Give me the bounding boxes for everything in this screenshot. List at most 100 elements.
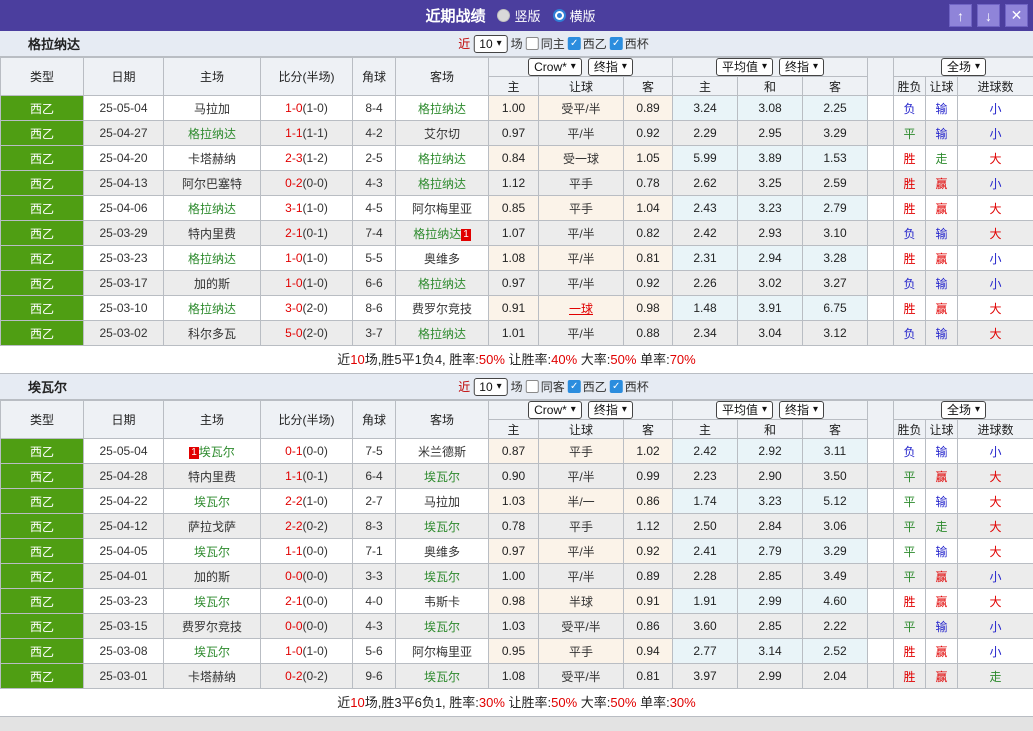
radio-vertical-icon[interactable] [497, 9, 511, 22]
team-name-link[interactable]: 费罗尔竞技 [182, 620, 242, 634]
average-select-value: 平均值 [721, 60, 758, 74]
full-match-select[interactable]: 全场 [941, 58, 987, 76]
team-name-link[interactable]: 费罗尔竞技 [412, 302, 472, 316]
team-name-link[interactable]: 格拉纳达 [418, 152, 466, 166]
team-name-link[interactable]: 格拉纳达 [188, 302, 236, 316]
spacer-cell [867, 220, 895, 246]
arrow-down-icon: ↓ [985, 7, 992, 24]
match-count-select[interactable]: 10 [473, 34, 508, 53]
team-name-link[interactable]: 马拉加 [194, 102, 230, 116]
team-name-link[interactable]: 韦斯卡 [424, 595, 460, 609]
fulltime-score: 0-0 [285, 569, 303, 583]
handicap-line-cell: 平/半 [538, 538, 624, 564]
fulltime-score: 0-2 [285, 669, 303, 683]
summary-value: 10 [350, 352, 365, 367]
cup-checkbox[interactable]: 西杯 [609, 35, 649, 52]
team-name-link[interactable]: 埃瓦尔 [194, 595, 230, 609]
team-name-link[interactable]: 格拉纳达 [418, 102, 466, 116]
team-name-link[interactable]: 格拉纳达 [413, 227, 461, 241]
close-icon: ✕ [1010, 7, 1023, 23]
checkbox-icon[interactable] [567, 37, 581, 50]
team-name-link[interactable]: 卡塔赫纳 [188, 670, 236, 684]
cup-checkbox[interactable]: 西杯 [609, 378, 649, 395]
layout-horizontal-option[interactable]: 横版 [552, 6, 596, 25]
same-venue-checkbox[interactable]: 同主 [525, 35, 565, 52]
team-name-link[interactable]: 科尔多瓦 [188, 327, 236, 341]
match-count-select[interactable]: 10 [473, 377, 508, 396]
team-name-link[interactable]: 加的斯 [194, 570, 230, 584]
checkbox-icon[interactable] [567, 380, 581, 393]
spacer-cell [867, 663, 895, 689]
team-name-link[interactable]: 奥维多 [424, 252, 460, 266]
score-cell: 2-1(0-0) [260, 588, 353, 614]
team-name-link[interactable]: 埃瓦尔 [194, 495, 230, 509]
same-venue-checkbox[interactable]: 同客 [525, 378, 565, 395]
crow-away-odds-cell: 0.81 [623, 245, 673, 271]
team-name-link[interactable]: 加的斯 [194, 277, 230, 291]
result-goals-cell: 小 [957, 170, 1033, 196]
average-select[interactable]: 平均值 [715, 401, 773, 419]
layout-vertical-option[interactable]: 竖版 [497, 6, 541, 25]
checkbox-icon[interactable] [525, 37, 539, 50]
team-name-link[interactable]: 埃瓦尔 [424, 470, 460, 484]
team-name-link[interactable]: 格拉纳达 [418, 277, 466, 291]
team-name-link[interactable]: 阿尔巴塞特 [182, 177, 242, 191]
final-index-select[interactable]: 终指 [587, 401, 633, 419]
spacer-cell [867, 295, 895, 321]
league-checkbox[interactable]: 西乙 [567, 35, 607, 52]
final-index-select[interactable]: 终指 [779, 58, 825, 76]
team-name-link[interactable]: 格拉纳达 [418, 177, 466, 191]
team-name-link[interactable]: 埃瓦尔 [424, 620, 460, 634]
team-name-link[interactable]: 埃瓦尔 [199, 445, 235, 459]
team-name-link[interactable]: 卡塔赫纳 [188, 152, 236, 166]
team-name-link[interactable]: 艾尔切 [424, 127, 460, 141]
team-name-link[interactable]: 马拉加 [424, 495, 460, 509]
league-cell: 西乙 [0, 538, 84, 564]
col-date: 日期 [83, 400, 164, 439]
handicap-line-cell: 平手 [538, 513, 624, 539]
home-team-cell: 格拉纳达 [163, 195, 261, 221]
checkbox-icon[interactable] [609, 380, 623, 393]
team-name-link[interactable]: 格拉纳达 [188, 202, 236, 216]
move-up-button[interactable]: ↑ [949, 4, 972, 27]
team-name-link[interactable]: 埃瓦尔 [424, 670, 460, 684]
move-down-button[interactable]: ↓ [977, 4, 1000, 27]
team-name-link[interactable]: 特内里费 [188, 470, 236, 484]
team-name-link[interactable]: 埃瓦尔 [424, 520, 460, 534]
full-match-group: 全场 [893, 400, 1033, 420]
final-index-value: 终指 [785, 403, 810, 417]
away-team-cell: 费罗尔竞技 [395, 295, 489, 321]
full-match-select[interactable]: 全场 [941, 401, 987, 419]
team-name-link[interactable]: 奥维多 [424, 545, 460, 559]
team-name-link[interactable]: 埃瓦尔 [424, 570, 460, 584]
team-name[interactable]: 格拉纳达 [28, 34, 80, 53]
league-cell: 西乙 [0, 663, 84, 689]
team-name-link[interactable]: 埃瓦尔 [194, 545, 230, 559]
team-name-link[interactable]: 格拉纳达 [418, 327, 466, 341]
team-name-link[interactable]: 米兰德斯 [418, 445, 466, 459]
team-name-link[interactable]: 特内里费 [188, 227, 236, 241]
crow-company-select[interactable]: Crow* [528, 401, 582, 419]
team-name-link[interactable]: 格拉纳达 [188, 127, 236, 141]
team-name-link[interactable]: 埃瓦尔 [194, 645, 230, 659]
league-checkbox[interactable]: 西乙 [567, 378, 607, 395]
radio-horizontal-icon[interactable] [552, 9, 566, 22]
checkbox-icon[interactable] [525, 380, 539, 393]
team-name-link[interactable]: 阿尔梅里亚 [412, 645, 472, 659]
average-select[interactable]: 平均值 [715, 58, 773, 76]
final-index-select[interactable]: 终指 [587, 58, 633, 76]
avg-home-odds-cell: 1.74 [672, 488, 738, 514]
crow-away-odds-cell: 1.05 [623, 145, 673, 171]
close-button[interactable]: ✕ [1005, 4, 1028, 27]
final-index-select[interactable]: 终指 [779, 401, 825, 419]
checkbox-icon[interactable] [609, 37, 623, 50]
fulltime-score: 3-1 [285, 201, 303, 215]
crow-company-select[interactable]: Crow* [528, 58, 582, 76]
team-name-link[interactable]: 萨拉戈萨 [188, 520, 236, 534]
team-name-link[interactable]: 格拉纳达 [188, 252, 236, 266]
team-name-link[interactable]: 阿尔梅里亚 [412, 202, 472, 216]
handicap-line-cell: 平/半 [538, 220, 624, 246]
team-name[interactable]: 埃瓦尔 [28, 377, 67, 396]
result-goals-cell: 大 [957, 488, 1033, 514]
league-cell: 西乙 [0, 245, 84, 271]
